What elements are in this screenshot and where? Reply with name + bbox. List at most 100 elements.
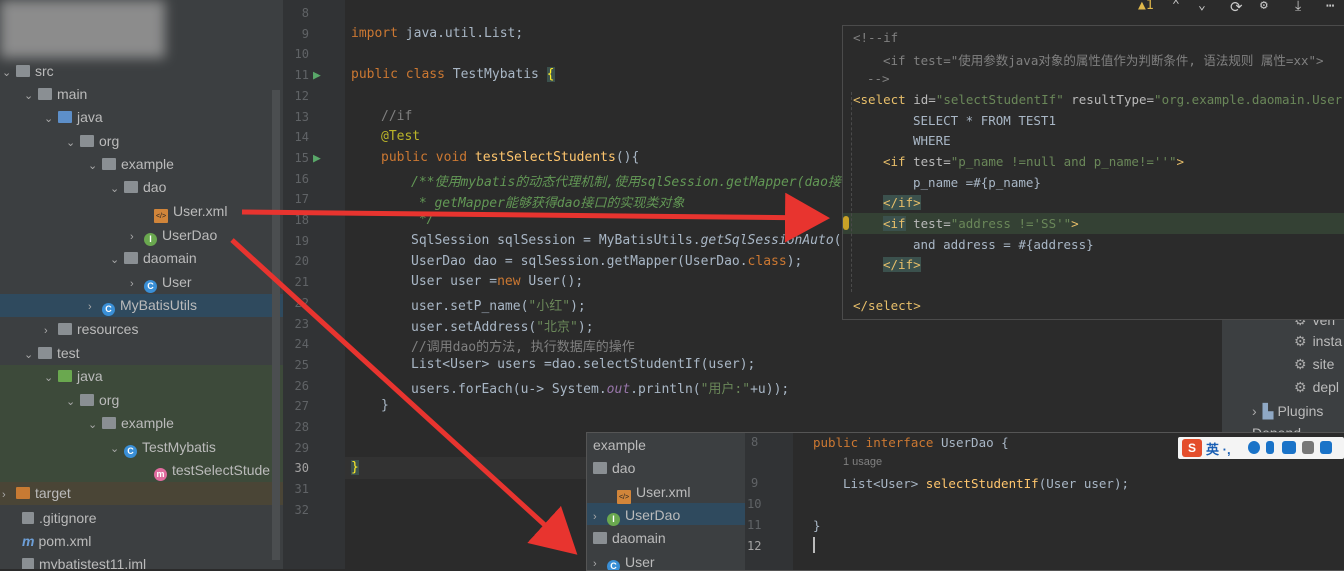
popup-tree-dao[interactable]: dao — [593, 457, 635, 479]
chevron-down-icon: ⌄ — [24, 90, 34, 102]
tree-scrollbar[interactable] — [272, 90, 280, 560]
code-line-23: user.setAddress("北京"); — [411, 320, 594, 335]
line-number: 32 — [294, 502, 309, 517]
tree-item-main[interactable]: ⌄ main — [24, 83, 87, 105]
popup-project-tree: example dao </> User.xml › I UserDao daomai… — [587, 433, 745, 570]
line-number: 27 — [294, 399, 309, 414]
line-number: 14 — [294, 130, 309, 145]
users-icon[interactable] — [1302, 441, 1314, 454]
tree-item-test-java[interactable]: ⌄ java — [44, 365, 103, 387]
tree-item-dao[interactable]: ⌄ dao — [110, 176, 166, 198]
line-number: 28 — [294, 420, 309, 434]
line-number: 30 — [294, 461, 309, 476]
maven-item-plugins[interactable]: › ▙ Plugins — [1252, 403, 1323, 420]
tree-item-daomain[interactable]: ⌄ daomain — [110, 247, 197, 269]
emoji-icon[interactable] — [1248, 441, 1260, 454]
popup-tree-daomain[interactable]: daomain — [593, 527, 666, 549]
tree-item-target[interactable]: › target — [2, 482, 71, 504]
chevron-right-icon: › — [88, 301, 92, 313]
line-number: 20 — [294, 254, 309, 269]
popup-tree-user-xml[interactable]: </> User.xml — [617, 481, 690, 504]
warning-indicator[interactable]: ▲1 — [1138, 0, 1154, 13]
package-icon — [593, 462, 607, 474]
tree-item-user[interactable]: › C User — [130, 271, 192, 293]
ime-toolbar[interactable]: S 英 ·, — [1178, 437, 1344, 459]
usermapper-xml-popup: <!--if <if test="使用参数java对象的属性值作为判断条件, 语… — [842, 25, 1344, 320]
project-tree: ⌄ src ⌄ main ⌄ java ⌄ org ⌄ example ⌄ dao </> U… — [0, 0, 283, 569]
tree-item-userdao[interactable]: › I UserDao — [130, 224, 217, 246]
xml-sql-1: SELECT * FROM TEST1 — [913, 113, 1056, 128]
line-number: 12 — [294, 88, 309, 103]
tree-item-java[interactable]: ⌄ java — [44, 106, 103, 128]
tree-item-org[interactable]: ⌄ org — [66, 130, 119, 152]
usage-hint[interactable]: 1 usage — [843, 456, 882, 468]
code-line-18: */ — [411, 212, 435, 227]
tree-item-test-org[interactable]: ⌄ org — [66, 389, 119, 411]
chevron-down-icon: ⌄ — [66, 396, 76, 408]
tree-item-mybatisutils[interactable]: › C MyBatisUtils — [88, 294, 197, 316]
popup-line-number: 10 — [747, 497, 762, 511]
maven-settings-icon[interactable]: ⚙ — [1260, 0, 1268, 13]
package-icon — [124, 181, 138, 193]
tree-item-test[interactable]: ⌄ test — [24, 342, 80, 364]
tree-item-iml[interactable]: mybatistest11.iml — [22, 553, 146, 569]
popup-tree-user[interactable]: › C User — [593, 551, 655, 570]
chevron-down-icon: ⌄ — [88, 419, 98, 431]
blurred-header — [0, 0, 165, 58]
package-icon — [593, 532, 607, 544]
tree-item-user-xml[interactable]: </> User.xml — [154, 200, 227, 223]
code-line-17: * getMapper能够获得dao接口的实现类对象 — [411, 196, 685, 211]
tree-item-testmybatis[interactable]: ⌄ C TestMybatis — [110, 436, 216, 458]
xml-select-open: <select id="selectStudentIf" resultType=… — [853, 92, 1344, 107]
keyboard-icon[interactable] — [1282, 441, 1296, 454]
tree-item-example[interactable]: ⌄ example — [88, 153, 174, 175]
line-number: 17 — [294, 192, 309, 207]
reload-icon[interactable]: ⟳ — [1230, 0, 1243, 16]
tree-item-gitignore[interactable]: .gitignore — [22, 507, 97, 529]
class-icon: C — [102, 303, 115, 316]
run-test-icon[interactable]: ▶ — [313, 151, 321, 166]
tree-item-pom-xml[interactable]: m pom.xml — [22, 530, 91, 552]
breakpoint-marker — [843, 216, 849, 230]
previous-highlight-button[interactable]: ⌃ — [1172, 0, 1180, 13]
code-line-19: SqlSession sqlSession = MyBatisUtils.get… — [411, 233, 857, 248]
chevron-right-icon: › — [593, 558, 597, 570]
chevron-down-icon: ⌄ — [44, 372, 54, 384]
tree-item-src[interactable]: ⌄ src — [2, 60, 54, 82]
xml-if-2: <if test="address !='SS'"> — [883, 216, 1079, 231]
code-line-22: user.setP_name("小红"); — [411, 299, 586, 314]
popup-tree-example[interactable]: example — [593, 434, 646, 456]
download-icon[interactable]: ⤓ — [1295, 0, 1301, 14]
line-number: 26 — [294, 378, 309, 393]
excluded-folder-icon — [16, 487, 30, 499]
package-icon — [102, 158, 116, 170]
class-icon: C — [124, 445, 137, 458]
microphone-icon[interactable] — [1266, 441, 1274, 454]
xml-select-close: </select> — [853, 298, 921, 313]
tree-item-testselectstudents[interactable]: m testSelectStude — [154, 459, 270, 481]
plugins-icon: ▙ — [1262, 403, 1274, 419]
ime-mode-label[interactable]: 英 ·, — [1206, 439, 1231, 458]
run-test-icon[interactable]: ▶ — [313, 68, 321, 83]
maven-icon: m — [22, 533, 35, 549]
popup-tree-userdao[interactable]: › I UserDao — [593, 504, 680, 526]
xml-if-1-close: </if> — [883, 195, 921, 210]
folder-icon — [38, 88, 52, 100]
gear-icon: ⚙ — [1294, 356, 1307, 372]
interface-icon: I — [607, 513, 620, 526]
chevron-down-icon: ⌄ — [24, 349, 34, 361]
maven-item-site[interactable]: ⚙ site — [1294, 356, 1334, 373]
maven-item-deploy[interactable]: ⚙ depl — [1294, 379, 1339, 396]
skin-icon[interactable] — [1320, 441, 1332, 454]
maven-item-install[interactable]: ⚙ insta — [1294, 333, 1342, 350]
interface-icon: I — [144, 233, 157, 246]
package-icon — [124, 252, 138, 264]
xml-comment-2: <if test="使用参数java对象的属性值作为判断条件, 语法规则 属性=… — [883, 53, 1324, 68]
code-line-24: //调用dao的方法, 执行数据库的操作 — [411, 340, 635, 355]
more-icon[interactable]: ⋯ — [1326, 0, 1334, 14]
tree-item-test-example[interactable]: ⌄ example — [88, 412, 174, 434]
line-number: 10 — [294, 47, 309, 62]
tree-item-resources[interactable]: › resources — [44, 318, 138, 340]
next-highlight-button[interactable]: ⌄ — [1198, 0, 1206, 13]
code-line-27: } — [381, 398, 389, 413]
